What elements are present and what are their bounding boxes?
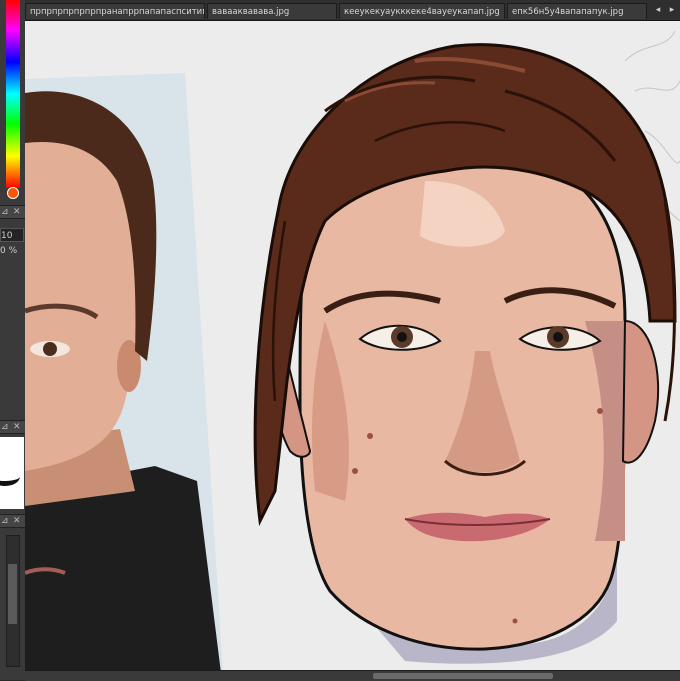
canvas-horizontal-scrollbar[interactable]	[25, 670, 680, 681]
close-icon[interactable]: ✕	[13, 421, 21, 433]
pin-icon[interactable]: ⊿	[1, 421, 9, 433]
canvas-artwork	[25, 30, 680, 670]
pin-icon[interactable]: ⊿	[1, 515, 9, 527]
brush-stroke-preview	[0, 437, 24, 509]
hue-picker-handle[interactable]	[7, 187, 19, 199]
layers-panel-header: ⊿ ✕	[0, 514, 25, 528]
document-tab-4[interactable]: епк56н5у4вапапапук.jpg	[507, 3, 647, 19]
hue-slider[interactable]	[6, 0, 20, 188]
brush-size-field[interactable]: 10	[0, 228, 24, 242]
painted-portrait	[253, 43, 677, 664]
close-icon[interactable]: ✕	[13, 515, 21, 527]
horizontal-scrollbar-thumb[interactable]	[373, 673, 553, 679]
tab-label: вавааквавава.jpg	[212, 7, 290, 17]
tab-label: прпрпрпрпрпрпранапррпапапаспситимини.jpg	[30, 7, 204, 17]
tab-label: кееукекуаукккеке4вауеукапап.jpg	[344, 7, 500, 17]
document-tab-1[interactable]: прпрпрпрпрпрпранапррпапапаспситимини.jpg	[25, 3, 205, 19]
tab-scroll-right-icon[interactable]: ▸	[666, 4, 678, 16]
brush-preview-header: ⊿ ✕	[0, 420, 25, 434]
reference-photo	[25, 73, 223, 670]
brush-stroke-sample	[0, 467, 20, 486]
panel-scrollbar[interactable]	[6, 535, 20, 667]
pin-icon[interactable]: ⊿	[1, 206, 9, 218]
opacity-value: 0 %	[0, 246, 18, 256]
opacity-field[interactable]: 0 %	[0, 244, 24, 258]
brush-size-value: 10	[1, 231, 13, 241]
tab-label: епк56н5у4вапапапук.jpg	[512, 7, 624, 17]
document-tab-3[interactable]: кееукекуаукккеке4вауеукапап.jpg	[339, 3, 505, 19]
document-tab-2[interactable]: вавааквавава.jpg	[207, 3, 337, 19]
document-tab-bar: прпрпрпрпрпрпранапррпапапаспситимини.jpg…	[25, 0, 680, 21]
panel-scrollbar-thumb[interactable]	[8, 564, 17, 624]
tab-scroll-left-icon[interactable]: ◂	[652, 4, 664, 16]
close-icon[interactable]: ✕	[13, 206, 21, 218]
left-tool-panel: ⊿ ✕ 10 0 % ⊿ ✕ ⊿ ✕	[0, 0, 26, 680]
painting-canvas[interactable]	[25, 21, 680, 670]
brush-panel-header: ⊿ ✕	[0, 205, 25, 219]
